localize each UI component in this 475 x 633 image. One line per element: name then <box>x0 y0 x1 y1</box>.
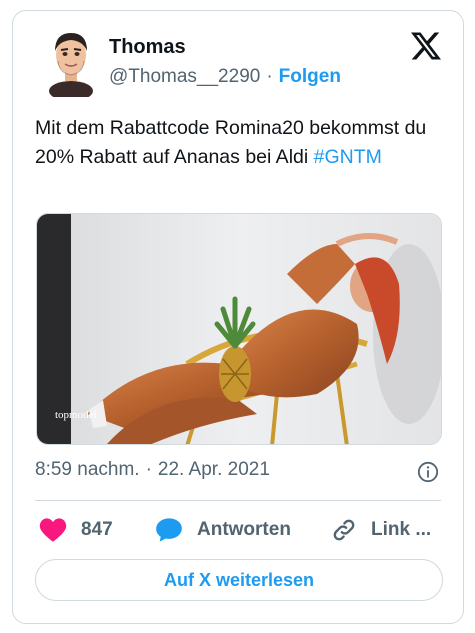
separator-dot: · <box>266 66 273 87</box>
heart-icon <box>39 518 67 542</box>
author-name[interactable]: Thomas <box>109 36 186 59</box>
reply-label: Antworten <box>197 519 291 540</box>
tweet-text: Mit dem Rabattcode Romina20 bekommst du … <box>35 114 445 172</box>
avatar[interactable] <box>43 25 99 97</box>
info-icon[interactable] <box>417 461 439 483</box>
separator-dot: · <box>145 459 152 480</box>
action-bar: 847 Antworten Link ... <box>35 515 445 545</box>
x-logo-icon[interactable] <box>411 31 441 61</box>
author-handle-row: @Thomas__2290 · Folgen <box>109 66 341 88</box>
hashtag-link[interactable]: #GNTM <box>314 146 382 168</box>
copy-link-button[interactable]: Link ... <box>331 515 431 545</box>
author-handle[interactable]: @Thomas__2290 <box>109 66 260 87</box>
timestamp[interactable]: 8:59 nachm. · 22. Apr. 2021 <box>35 459 270 481</box>
link-icon <box>333 519 355 541</box>
media-photo: topmodel <box>37 214 441 444</box>
link-label: Link ... <box>371 519 432 540</box>
like-count: 847 <box>81 519 113 540</box>
tweet-media-image[interactable]: topmodel <box>36 213 442 445</box>
tweet-date[interactable]: 22. Apr. 2021 <box>158 459 270 480</box>
reply-bubble-icon <box>156 518 182 542</box>
tweet-time[interactable]: 8:59 nachm. <box>35 459 140 480</box>
read-more-button[interactable]: Auf X weiterlesen <box>35 559 443 601</box>
media-watermark: topmodel <box>55 409 97 421</box>
tweet-card: Thomas @Thomas__2290 · Folgen Mit dem Raba… <box>12 10 464 624</box>
like-button[interactable]: 847 <box>39 515 113 545</box>
reply-button[interactable]: Antworten <box>155 515 291 545</box>
follow-button[interactable]: Folgen <box>279 66 341 87</box>
divider <box>35 500 441 501</box>
